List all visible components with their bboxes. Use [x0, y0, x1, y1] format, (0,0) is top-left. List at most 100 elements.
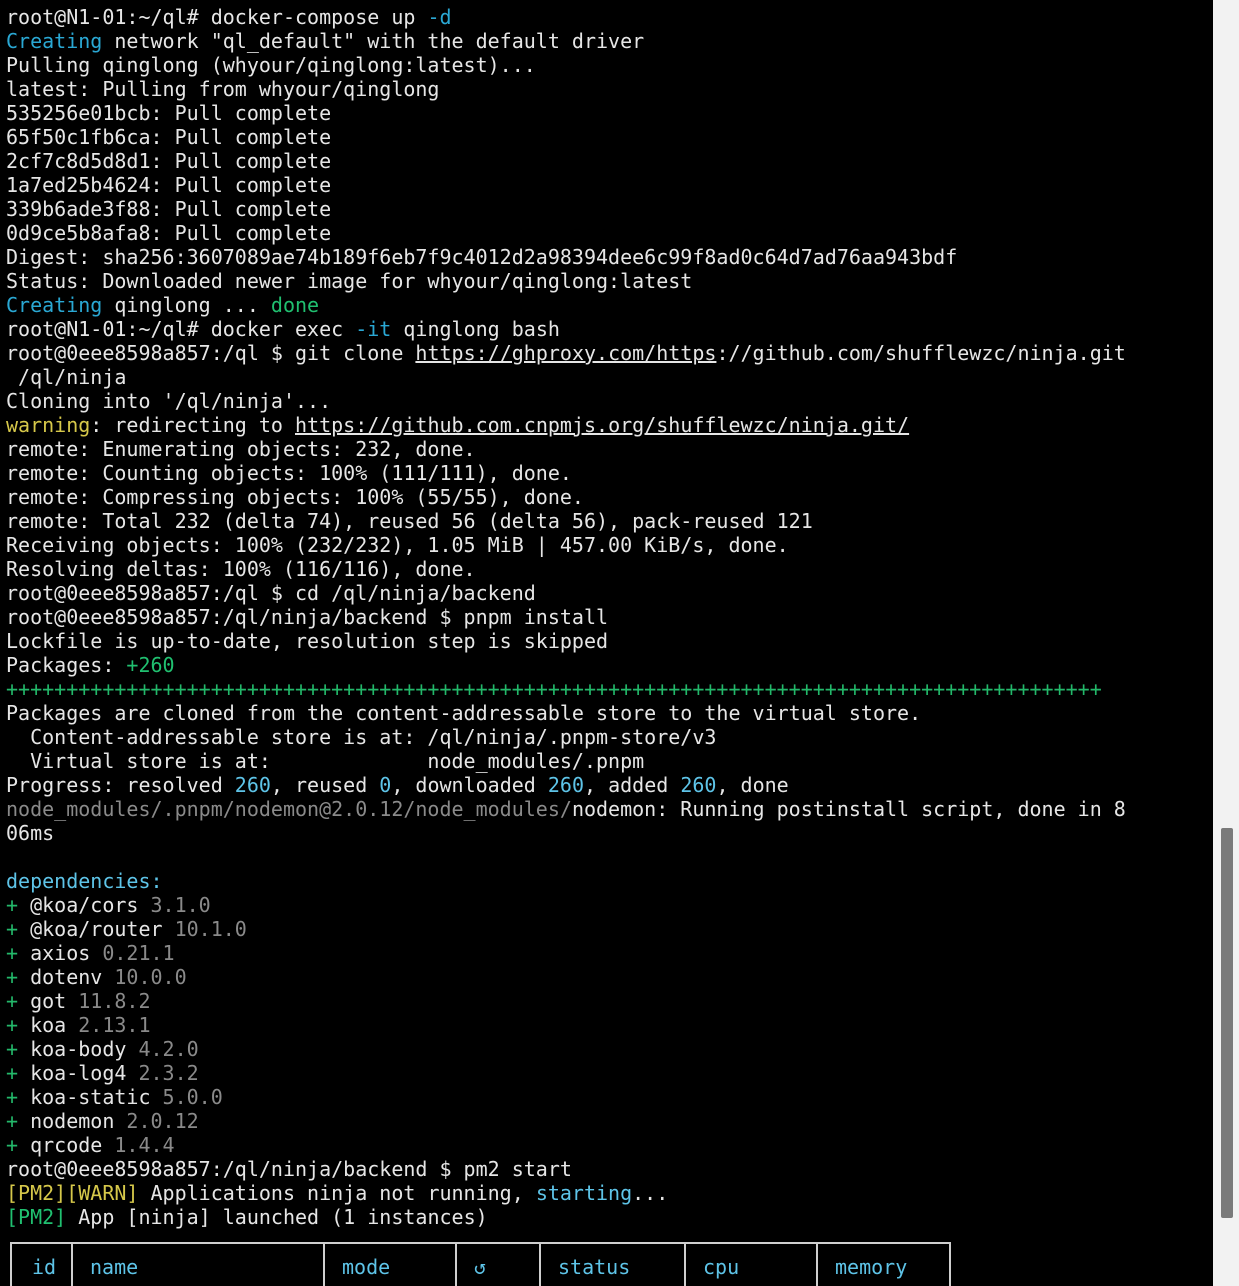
- terminal-line: /ql/ninja: [6, 365, 1126, 389]
- terminal-text: root@0eee8598a857:/ql/ninja/backend $ pm…: [6, 1157, 572, 1181]
- terminal-text: qrcode: [30, 1133, 115, 1157]
- terminal-text: 260: [680, 773, 717, 797]
- terminal-text: 06ms: [6, 821, 55, 845]
- terminal-line: + nodemon 2.0.12: [6, 1109, 1126, 1133]
- terminal-line: Virtual store is at: node_modules/.pnpm: [6, 749, 1126, 773]
- terminal-text: , downloaded: [391, 773, 548, 797]
- terminal-text: @koa/cors: [30, 893, 151, 917]
- scrollbar-thumb[interactable]: [1221, 828, 1233, 1218]
- terminal-text: +: [6, 1109, 31, 1133]
- pm2-header-cpu: cpu: [703, 1255, 740, 1279]
- terminal-text: Applications ninja not running,: [138, 1181, 536, 1205]
- terminal-text: 10.1.0: [174, 917, 247, 941]
- terminal-text: 65f50c1fb6ca: Pull complete: [6, 125, 332, 149]
- terminal-text: +: [6, 1013, 31, 1037]
- terminal-line: 65f50c1fb6ca: Pull complete: [6, 125, 1126, 149]
- terminal-text: , reused: [270, 773, 380, 797]
- terminal-text: +: [6, 917, 31, 941]
- terminal-text: -d: [427, 5, 452, 29]
- pm2-header-status: status: [558, 1255, 631, 1279]
- terminal-text: Packages are cloned from the content-add…: [6, 701, 922, 725]
- pm2-process-table: id name mode ↺ status cpu memory: [10, 1242, 951, 1286]
- pm2-col-restarts: ↺: [457, 1244, 541, 1286]
- terminal-line: root@N1-01:~/ql# docker-compose up -d: [6, 5, 1126, 29]
- terminal-text: 10.0.0: [114, 965, 187, 989]
- terminal-line: + got 11.8.2: [6, 989, 1126, 1013]
- terminal-text: Content-addressable store is at: /ql/nin…: [6, 725, 717, 749]
- terminal-line: root@0eee8598a857:/ql $ cd /ql/ninja/bac…: [6, 581, 1126, 605]
- terminal-line: Digest: sha256:3607089ae74b189f6eb7f9c40…: [6, 245, 1126, 269]
- terminal-text: 1.4.4: [114, 1133, 175, 1157]
- terminal-window[interactable]: root@N1-01:~/ql# docker-compose up -d Cre…: [0, 0, 1213, 1286]
- terminal-text: axios: [30, 941, 103, 965]
- terminal-text: dotenv: [30, 965, 115, 989]
- terminal-text: qinglong bash: [391, 317, 560, 341]
- terminal-line: warning: redirecting to https://github.c…: [6, 413, 1126, 437]
- terminal-line: [PM2] App [ninja] launched (1 instances): [6, 1205, 1126, 1229]
- terminal-line: 1a7ed25b4624: Pull complete: [6, 173, 1126, 197]
- pm2-col-memory: memory: [818, 1244, 947, 1286]
- terminal-text: koa: [30, 1013, 79, 1037]
- terminal-text: ...: [632, 1181, 669, 1205]
- terminal-text: +: [6, 941, 31, 965]
- terminal-text: /ql/ninja: [6, 365, 127, 389]
- pm2-header-name: name: [90, 1255, 139, 1279]
- terminal-text: 1a7ed25b4624: Pull complete: [6, 173, 332, 197]
- terminal-line: 06ms: [6, 821, 1126, 845]
- pm2-header-memory: memory: [835, 1255, 908, 1279]
- terminal-line: Receiving objects: 100% (232/232), 1.05 …: [6, 533, 1126, 557]
- terminal-text: 0.21.1: [102, 941, 175, 965]
- terminal-text: 3.1.0: [150, 893, 211, 917]
- terminal-link[interactable]: https://github.com.cnpmjs.org/shufflewzc…: [295, 413, 909, 437]
- terminal-text: +: [6, 965, 31, 989]
- terminal-text: ++++++++++++++++++++++++++++++++++++++++…: [6, 677, 1102, 701]
- terminal-line: Cloning into '/ql/ninja'...: [6, 389, 1126, 413]
- terminal-text: App [ninja] launched (1 instances): [66, 1205, 488, 1229]
- pm2-col-name: name: [73, 1244, 325, 1286]
- terminal-line: Resolving deltas: 100% (116/116), done.: [6, 557, 1126, 581]
- terminal-text: koa-body: [30, 1037, 139, 1061]
- terminal-line: root@0eee8598a857:/ql/ninja/backend $ pn…: [6, 605, 1126, 629]
- terminal-line: 535256e01bcb: Pull complete: [6, 101, 1126, 125]
- terminal-text: : redirecting to: [90, 413, 295, 437]
- terminal-text: remote: Compressing objects: 100% (55/55…: [6, 485, 584, 509]
- terminal-text: koa-log4: [30, 1061, 139, 1085]
- terminal-text: network "ql_default" with the default dr…: [102, 29, 645, 53]
- terminal-text: remote: Total 232 (delta 74), reused 56 …: [6, 509, 813, 533]
- terminal-line: Pulling qinglong (whyour/qinglong:latest…: [6, 53, 1126, 77]
- terminal-text: dependencies:: [6, 869, 163, 893]
- terminal-text: 5.0.0: [162, 1085, 223, 1109]
- terminal-text: Virtual store is at: node_modules/.pnpm: [6, 749, 645, 773]
- terminal-line: Status: Downloaded newer image for whyou…: [6, 269, 1126, 293]
- terminal-text: 0: [379, 773, 392, 797]
- terminal-text: -it: [355, 317, 392, 341]
- terminal-text: +260: [126, 653, 175, 677]
- terminal-text: root@0eee8598a857:/ql $ cd /ql/ninja/bac…: [6, 581, 536, 605]
- terminal-line: Packages: +260: [6, 653, 1126, 677]
- terminal-text: 535256e01bcb: Pull complete: [6, 101, 332, 125]
- terminal-text: +: [6, 1061, 31, 1085]
- terminal-text: done: [270, 293, 320, 317]
- terminal-link[interactable]: https://ghproxy.com/https: [415, 341, 716, 365]
- terminal-line: 0d9ce5b8afa8: Pull complete: [6, 221, 1126, 245]
- terminal-text: , added: [584, 773, 681, 797]
- terminal-line: root@0eee8598a857:/ql $ git clone https:…: [6, 341, 1126, 365]
- terminal-line: root@N1-01:~/ql# docker exec -it qinglon…: [6, 317, 1126, 341]
- terminal-text: starting: [535, 1181, 633, 1205]
- terminal-text: @koa/router: [30, 917, 175, 941]
- terminal-text: 2cf7c8d5d8d1: Pull complete: [6, 149, 332, 173]
- terminal-line: + koa 2.13.1: [6, 1013, 1126, 1037]
- terminal-line: + koa-body 4.2.0: [6, 1037, 1126, 1061]
- terminal-text: root@0eee8598a857:/ql $ git clone: [6, 341, 416, 365]
- terminal-line: Creating network "ql_default" with the d…: [6, 29, 1126, 53]
- terminal-text: Resolving deltas: 100% (116/116), done.: [6, 557, 476, 581]
- pm2-header-id: id: [32, 1255, 57, 1279]
- pm2-col-id: id: [12, 1244, 73, 1286]
- pm2-col-cpu: cpu: [686, 1244, 818, 1286]
- terminal-text: , done: [716, 773, 789, 797]
- terminal-line: remote: Counting objects: 100% (111/111)…: [6, 461, 1126, 485]
- terminal-text: [PM2][WARN]: [6, 1181, 139, 1205]
- pm2-header-mode: mode: [342, 1255, 391, 1279]
- terminal-line: remote: Total 232 (delta 74), reused 56 …: [6, 509, 1126, 533]
